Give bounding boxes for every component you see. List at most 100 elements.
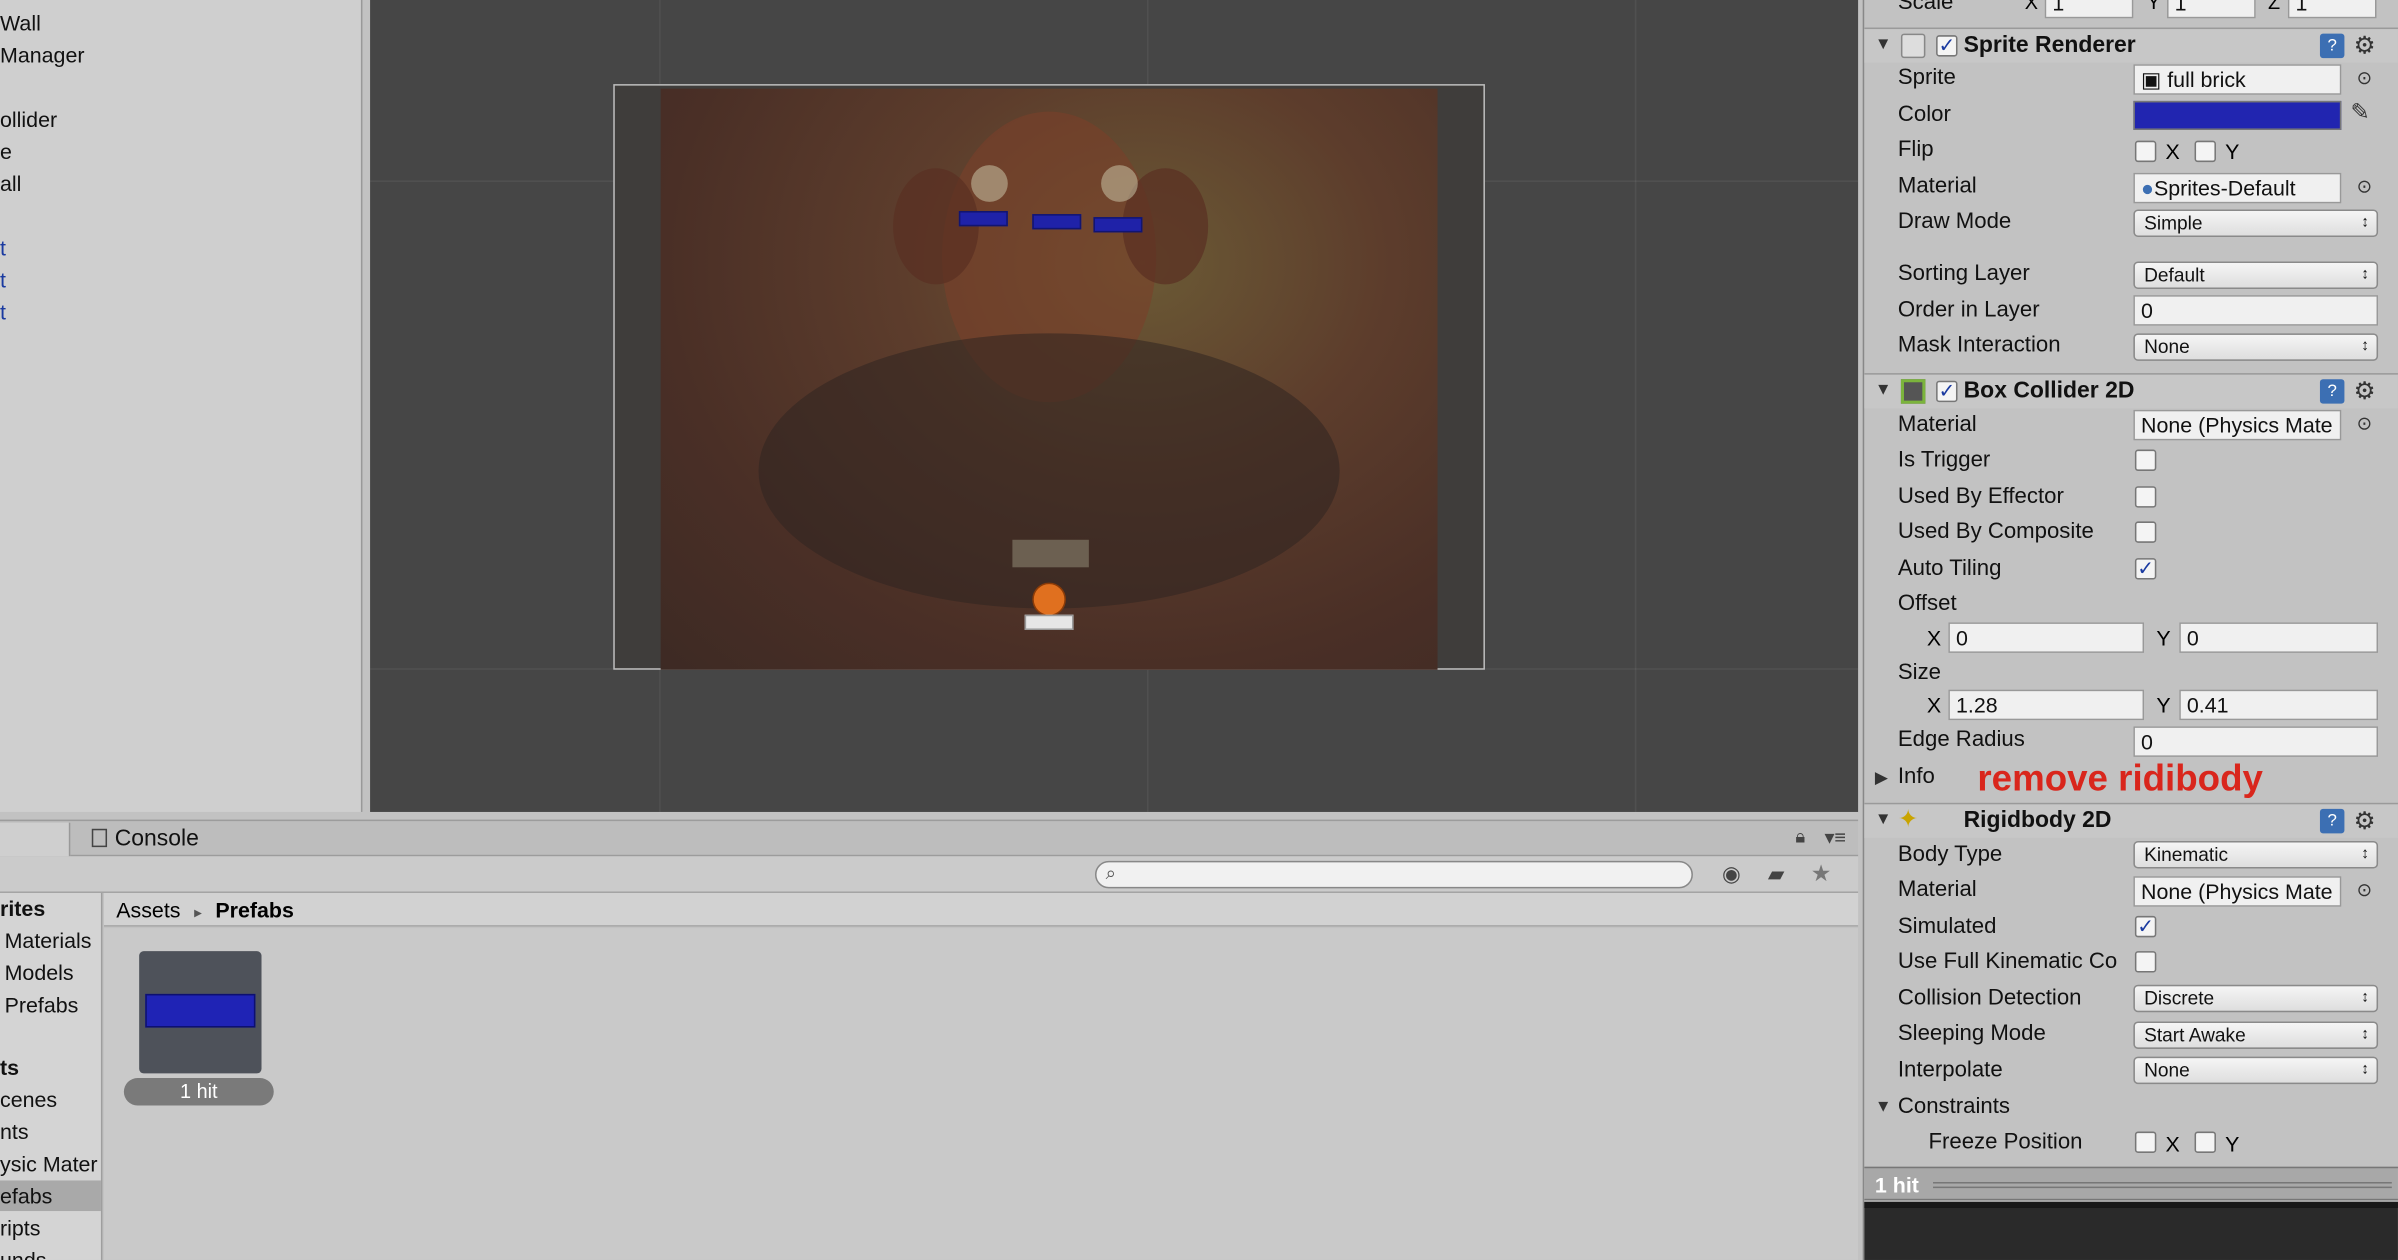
object-picker-icon[interactable]: ⊙ xyxy=(2357,879,2372,900)
constraints-label[interactable]: Constraints xyxy=(1898,1092,2010,1123)
freeze-y-checkbox[interactable] xyxy=(2194,1131,2216,1153)
foldout-triangle-icon[interactable]: ▼ xyxy=(1875,810,1892,828)
sorting-layer-dropdown[interactable]: Default xyxy=(2133,261,2379,289)
offset-x-label: X xyxy=(1926,625,1942,650)
scale-x-field[interactable]: 1 xyxy=(2044,0,2134,19)
color-swatch[interactable] xyxy=(2133,100,2342,130)
simulated-checkbox[interactable]: ✓ xyxy=(2134,915,2157,938)
sleeping-mode-dropdown[interactable]: Start Awake xyxy=(2133,1021,2379,1049)
hierarchy-item[interactable]: t xyxy=(0,232,6,263)
lock-icon[interactable]: 🔒︎ xyxy=(1795,826,1805,849)
draw-mode-dropdown[interactable]: Simple xyxy=(2133,209,2379,238)
brick[interactable] xyxy=(1032,214,1082,230)
draw-mode-label: Draw Mode xyxy=(1897,209,2012,234)
object-picker-icon[interactable]: ⊙ xyxy=(2357,67,2372,88)
tab-console[interactable]: Console xyxy=(91,824,199,855)
search-input[interactable]: ⌕ xyxy=(1094,860,1693,889)
breadcrumb-assets[interactable]: Assets xyxy=(116,898,180,922)
tree-item[interactable]: cenes xyxy=(0,1084,57,1115)
tree-item[interactable]: rites xyxy=(0,893,45,924)
offset-y-label: Y xyxy=(2156,625,2171,650)
sprite-field[interactable]: ▣ full brick xyxy=(2133,64,2342,95)
preview-drag-handle[interactable] xyxy=(1933,1181,2392,1189)
hierarchy-item[interactable]: ollider xyxy=(0,104,57,135)
breadcrumb-prefabs[interactable]: Prefabs xyxy=(215,898,294,922)
offset-y-field[interactable]: 0 xyxy=(2179,622,2379,653)
rb-material-field[interactable]: None (Physics Mate xyxy=(2133,876,2342,907)
help-icon[interactable]: ? xyxy=(2319,379,2345,404)
favorite-star-icon[interactable]: ★ xyxy=(1811,859,1832,887)
size-y-field[interactable]: 0.41 xyxy=(2179,689,2379,721)
filter-by-type-icon[interactable]: ◉ xyxy=(1722,861,1741,887)
hierarchy-item[interactable]: Manager xyxy=(0,40,85,71)
offset-x-field[interactable]: 0 xyxy=(1948,622,2145,653)
enabled-checkbox[interactable]: ✓ xyxy=(1936,380,1958,403)
tree-item[interactable]: unds xyxy=(0,1245,46,1260)
used-by-composite-checkbox[interactable] xyxy=(2134,521,2157,543)
scale-y-field[interactable]: 1 xyxy=(2167,0,2256,19)
brick[interactable] xyxy=(1093,217,1143,233)
hierarchy-item[interactable]: t xyxy=(0,297,6,328)
preview-title: 1 hit xyxy=(1874,1172,1919,1198)
used-by-effector-checkbox[interactable] xyxy=(2134,486,2157,508)
auto-tiling-checkbox[interactable]: ✓ xyxy=(2134,558,2157,580)
collider-material-field[interactable]: None (Physics Mate xyxy=(2133,409,2342,441)
flip-y-checkbox[interactable] xyxy=(2194,140,2216,163)
info-label[interactable]: Info xyxy=(1898,761,1935,792)
preview-header[interactable]: 1 hit xyxy=(1864,1166,2398,1201)
size-x-field[interactable]: 1.28 xyxy=(1948,689,2145,721)
object-picker-icon[interactable]: ⊙ xyxy=(2357,176,2372,197)
menu-icon[interactable]: ▾≡ xyxy=(1824,826,1846,850)
gear-icon[interactable]: ⚙ xyxy=(2354,376,2376,407)
mask-interaction-dropdown[interactable]: None xyxy=(2133,333,2379,361)
tree-item[interactable]: ysic Mater xyxy=(0,1148,98,1179)
info-foldout-icon[interactable]: ▶ xyxy=(1875,768,1888,787)
rigidbody-header[interactable]: ▼ ✦ Rigidbody 2D ? ⚙ xyxy=(1864,802,2398,838)
size-x-label: X xyxy=(1926,692,1942,718)
material-field[interactable]: ●Sprites-Default xyxy=(2133,172,2342,204)
hierarchy-item[interactable]: t xyxy=(0,265,6,296)
gear-icon[interactable]: ⚙ xyxy=(2354,806,2376,837)
foldout-triangle-icon[interactable]: ▼ xyxy=(1875,381,1892,399)
body-type-dropdown[interactable]: Kinematic xyxy=(2133,841,2379,869)
prefab-thumbnail[interactable] xyxy=(139,951,262,1074)
asset-label[interactable]: 1 hit xyxy=(123,1078,274,1106)
constraints-foldout-icon[interactable]: ▼ xyxy=(1875,1098,1892,1116)
eyedropper-icon[interactable]: ✎ xyxy=(2351,98,2370,125)
tree-item[interactable]: Materials xyxy=(5,925,92,956)
tree-item-selected[interactable]: efabs xyxy=(0,1180,101,1212)
tree-item[interactable]: ts xyxy=(0,1052,19,1083)
scale-z-field[interactable]: 1 xyxy=(2287,0,2377,19)
flip-x-checkbox[interactable] xyxy=(2134,140,2157,163)
is-trigger-checkbox[interactable] xyxy=(2134,449,2157,471)
tab-project[interactable] xyxy=(0,822,71,857)
enabled-checkbox[interactable]: ✓ xyxy=(1936,35,1958,57)
gear-icon[interactable]: ⚙ xyxy=(2354,31,2376,62)
collision-detection-dropdown[interactable]: Discrete xyxy=(2133,984,2379,1013)
hierarchy-item[interactable]: Wall xyxy=(0,8,41,39)
filter-by-label-icon[interactable]: ▰ xyxy=(1768,861,1784,887)
brick[interactable] xyxy=(958,211,1008,227)
foldout-triangle-icon[interactable]: ▼ xyxy=(1875,35,1892,53)
freeze-x-checkbox[interactable] xyxy=(2134,1131,2157,1153)
tree-item[interactable]: nts xyxy=(0,1116,29,1147)
object-picker-icon[interactable]: ⊙ xyxy=(2357,413,2372,434)
breadcrumb: Assets ▸ Prefabs xyxy=(103,892,1859,927)
hierarchy-item[interactable]: all xyxy=(0,168,21,199)
tree-item[interactable]: Prefabs xyxy=(5,989,79,1020)
interpolate-dropdown[interactable]: None xyxy=(2133,1056,2379,1085)
hierarchy-item[interactable]: e xyxy=(0,136,12,167)
ball[interactable] xyxy=(1032,582,1066,617)
size-y-label: Y xyxy=(2156,692,2171,718)
full-kinematic-checkbox[interactable] xyxy=(2134,951,2157,973)
tree-item[interactable]: ripts xyxy=(0,1213,40,1244)
scene-view[interactable] xyxy=(370,0,1859,812)
edge-radius-field[interactable]: 0 xyxy=(2133,726,2379,757)
help-icon[interactable]: ? xyxy=(2319,808,2345,834)
box-collider-header[interactable]: ▼ ✓ Box Collider 2D ? ⚙ xyxy=(1864,373,2398,409)
tree-item[interactable]: Models xyxy=(5,957,74,988)
order-in-layer-field[interactable]: 0 xyxy=(2133,295,2379,326)
paddle[interactable] xyxy=(1024,614,1074,630)
sprite-renderer-header[interactable]: ▼ ✓ Sprite Renderer ? ⚙ xyxy=(1864,27,2398,63)
help-icon[interactable]: ? xyxy=(2319,33,2345,59)
